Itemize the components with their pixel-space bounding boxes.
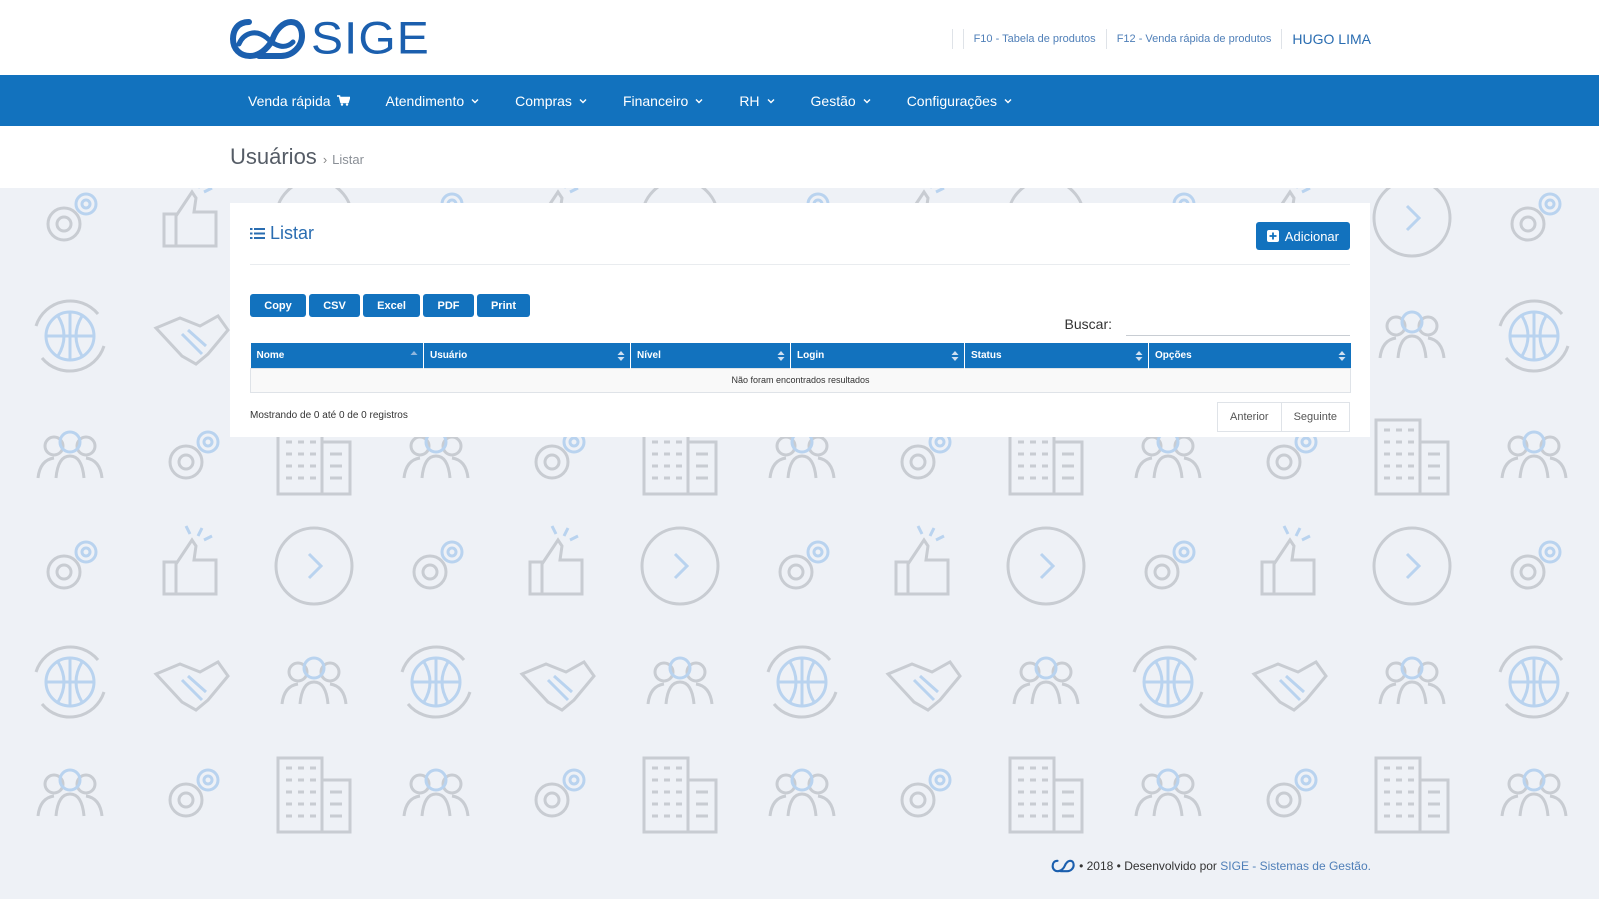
empty-message: Não foram encontrados resultados — [250, 367, 1351, 393]
sort-icon — [1135, 351, 1143, 361]
add-button[interactable]: Adicionar — [1255, 222, 1350, 250]
breadcrumb-band: Usuários › Listar — [0, 126, 1599, 188]
chevron-down-icon — [695, 98, 703, 103]
chevron-down-icon — [1004, 98, 1012, 103]
column-header-opcoes[interactable]: Opções — [1148, 343, 1351, 368]
sort-icon — [1338, 351, 1345, 361]
excel-button[interactable]: Excel — [363, 294, 420, 317]
page-title: Usuários — [230, 144, 317, 169]
table-header-row: Nome Usuário Nível Login Status Opções — [250, 343, 1351, 368]
export-buttons: Copy CSV Excel PDF Print — [250, 294, 533, 317]
plus-square-icon — [1266, 230, 1279, 242]
breadcrumb-current: Listar — [332, 152, 364, 167]
chevron-down-icon — [863, 98, 871, 103]
top-header: SIGE F10 - Tabela de produtos F12 - Vend… — [0, 0, 1599, 75]
sort-icon — [617, 351, 625, 361]
pdf-button[interactable]: PDF — [423, 294, 474, 317]
previous-page-button[interactable]: Anterior — [1217, 402, 1282, 432]
sige-logo-icon — [229, 18, 305, 60]
logo-text: SIGE — [311, 13, 430, 64]
main-nav: Venda rápida Atendimento Compras Finance… — [0, 75, 1599, 126]
column-header-usuario[interactable]: Usuário — [423, 343, 631, 368]
top-links: F10 - Tabela de produtos F12 - Venda ráp… — [942, 28, 1371, 50]
nav-configuracoes[interactable]: Configurações — [889, 75, 1030, 126]
sort-icon — [951, 351, 959, 361]
cart-icon — [336, 95, 350, 106]
footer-link[interactable]: SIGE - Sistemas de Gestão. — [1220, 859, 1371, 873]
footer: • 2018 • Desenvolvido por SIGE - Sistema… — [1051, 859, 1371, 873]
pagination: Anterior Seguinte — [1217, 402, 1350, 432]
search-label: Buscar: — [1064, 316, 1112, 332]
link-venda-rapida-produtos[interactable]: F12 - Venda rápida de produtos — [1117, 33, 1272, 45]
sort-icon — [777, 351, 785, 361]
column-header-login[interactable]: Login — [790, 343, 965, 368]
sort-asc-icon — [410, 351, 418, 355]
csv-button[interactable]: CSV — [309, 294, 360, 317]
nav-compras[interactable]: Compras — [497, 75, 605, 126]
user-menu[interactable]: HUGO LIMA — [1292, 31, 1371, 47]
print-button[interactable]: Print — [477, 294, 530, 317]
search-input[interactable] — [1126, 312, 1350, 336]
column-header-nivel[interactable]: Nível — [630, 343, 791, 368]
chevron-down-icon — [579, 98, 587, 103]
chevron-down-icon — [767, 98, 775, 103]
copy-button[interactable]: Copy — [250, 294, 306, 317]
logo[interactable]: SIGE — [229, 16, 430, 62]
table-row: Não foram encontrados resultados — [250, 367, 1351, 393]
table-info: Mostrando de 0 até 0 de 0 registros — [250, 410, 408, 421]
list-panel: Listar Adicionar Copy CSV Excel PDF Prin… — [230, 203, 1370, 437]
search-box: Buscar: — [1065, 312, 1350, 336]
breadcrumb-separator: › — [322, 152, 328, 167]
column-header-nome[interactable]: Nome — [250, 343, 424, 368]
divider — [250, 264, 1350, 265]
next-page-button[interactable]: Seguinte — [1281, 402, 1350, 432]
nav-atendimento[interactable]: Atendimento — [368, 75, 498, 126]
footer-text: • 2018 • Desenvolvido por — [1079, 859, 1217, 873]
column-header-status[interactable]: Status — [964, 343, 1149, 368]
chevron-down-icon — [471, 98, 479, 103]
users-table: Nome Usuário Nível Login Status Opções N… — [250, 343, 1351, 393]
panel-title: Listar — [270, 223, 315, 243]
list-icon — [250, 228, 265, 239]
breadcrumb: Usuários › Listar — [230, 144, 364, 170]
sige-logo-icon — [1051, 859, 1075, 873]
nav-venda-rapida[interactable]: Venda rápida — [230, 75, 368, 126]
nav-gestao[interactable]: Gestão — [793, 75, 889, 126]
nav-rh[interactable]: RH — [721, 75, 792, 126]
link-tabela-produtos[interactable]: F10 - Tabela de produtos — [974, 33, 1096, 45]
panel-header: Listar — [250, 223, 314, 244]
nav-financeiro[interactable]: Financeiro — [605, 75, 721, 126]
